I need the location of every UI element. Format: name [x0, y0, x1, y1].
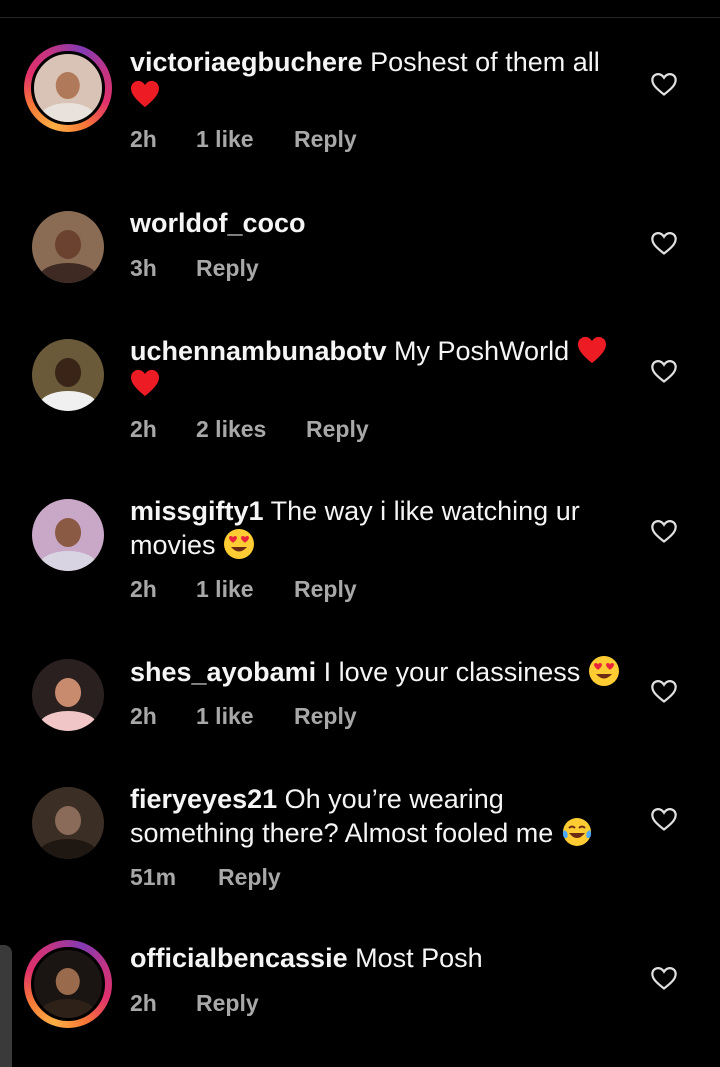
comment-username[interactable]: shes_ayobami: [130, 657, 316, 687]
comment-content: shes_ayobami I love your classiness: [130, 655, 630, 689]
avatar[interactable]: [32, 499, 104, 571]
avatar-story-ring[interactable]: [24, 940, 112, 1028]
comment-content: victoriaegbuchere Poshest of them all: [130, 46, 630, 112]
heart-outline-icon[interactable]: [650, 517, 678, 545]
comment-time: 2h: [130, 576, 157, 602]
heart-outline-icon[interactable]: [650, 677, 678, 705]
comment-username[interactable]: worldof_coco: [130, 208, 306, 238]
comment-likes[interactable]: 1 like: [196, 126, 294, 153]
comment-likes[interactable]: 2 likes: [196, 416, 306, 443]
comment-meta: 2h 1 like Reply: [130, 126, 357, 153]
comment-meta: 51m Reply: [130, 864, 281, 891]
comment-username[interactable]: uchennambunabotv: [130, 336, 387, 366]
comment-likes[interactable]: 1 like: [196, 576, 294, 603]
reply-button[interactable]: Reply: [294, 126, 357, 153]
heart-outline-icon[interactable]: [650, 964, 678, 992]
comment-time: 2h: [130, 126, 157, 152]
heart-eyes-emoji: [224, 529, 255, 559]
avatar[interactable]: [32, 211, 104, 283]
avatar[interactable]: [32, 787, 104, 859]
comment-content: officialbencassie Most Posh: [130, 942, 630, 975]
reply-button[interactable]: Reply: [196, 990, 259, 1017]
comment-meta: 2h Reply: [130, 990, 259, 1017]
comment-meta: 2h 1 like Reply: [130, 703, 357, 730]
scroll-handle[interactable]: [0, 945, 12, 1067]
reply-button[interactable]: Reply: [196, 255, 259, 282]
comment-time: 3h: [130, 255, 157, 281]
comment-username[interactable]: victoriaegbuchere: [130, 47, 363, 77]
comment-meta: 2h 1 like Reply: [130, 576, 357, 603]
top-divider: [0, 17, 720, 18]
red-heart-emoji: [131, 80, 159, 108]
heart-outline-icon[interactable]: [650, 357, 678, 385]
heart-eyes-emoji: [588, 656, 619, 686]
reply-button[interactable]: Reply: [294, 703, 357, 730]
avatar[interactable]: [32, 339, 104, 411]
comment-text: I love your classiness: [323, 657, 581, 687]
comment-username[interactable]: officialbencassie: [130, 943, 348, 973]
comment-username[interactable]: fieryeyes21: [130, 784, 277, 814]
red-heart-emoji: [131, 369, 159, 397]
comment-content: uchennambunabotv My PoshWorld: [130, 335, 630, 401]
comment-time: 2h: [130, 990, 157, 1016]
comment-meta: 2h 2 likes Reply: [130, 416, 369, 443]
comment-content: worldof_coco: [130, 207, 630, 240]
reply-button[interactable]: Reply: [306, 416, 369, 443]
reply-button[interactable]: Reply: [294, 576, 357, 603]
red-heart-emoji: [577, 336, 606, 364]
comment-meta: 3h Reply: [130, 255, 259, 282]
avatar: [31, 947, 105, 1021]
heart-outline-icon[interactable]: [650, 805, 678, 833]
comment-text: Most Posh: [355, 943, 483, 973]
comment-time: 2h: [130, 416, 157, 442]
comment-likes[interactable]: 1 like: [196, 703, 294, 730]
avatar-story-ring[interactable]: [24, 44, 112, 132]
comment-text: My PoshWorld: [394, 336, 570, 366]
comment-username[interactable]: missgifty1: [130, 496, 264, 526]
comment-content: missgifty1 The way i like watching ur mo…: [130, 495, 630, 562]
tears-of-joy-emoji: [562, 818, 591, 846]
comment-text: Poshest of them all: [370, 47, 600, 77]
avatar[interactable]: [32, 659, 104, 731]
comment-time: 2h: [130, 703, 157, 729]
comment-time: 51m: [130, 864, 177, 890]
avatar: [31, 51, 105, 125]
reply-button[interactable]: Reply: [218, 864, 281, 891]
comment-content: fieryeyes21 Oh you’re wearing something …: [130, 783, 630, 850]
heart-outline-icon[interactable]: [650, 229, 678, 257]
heart-outline-icon[interactable]: [650, 70, 678, 98]
